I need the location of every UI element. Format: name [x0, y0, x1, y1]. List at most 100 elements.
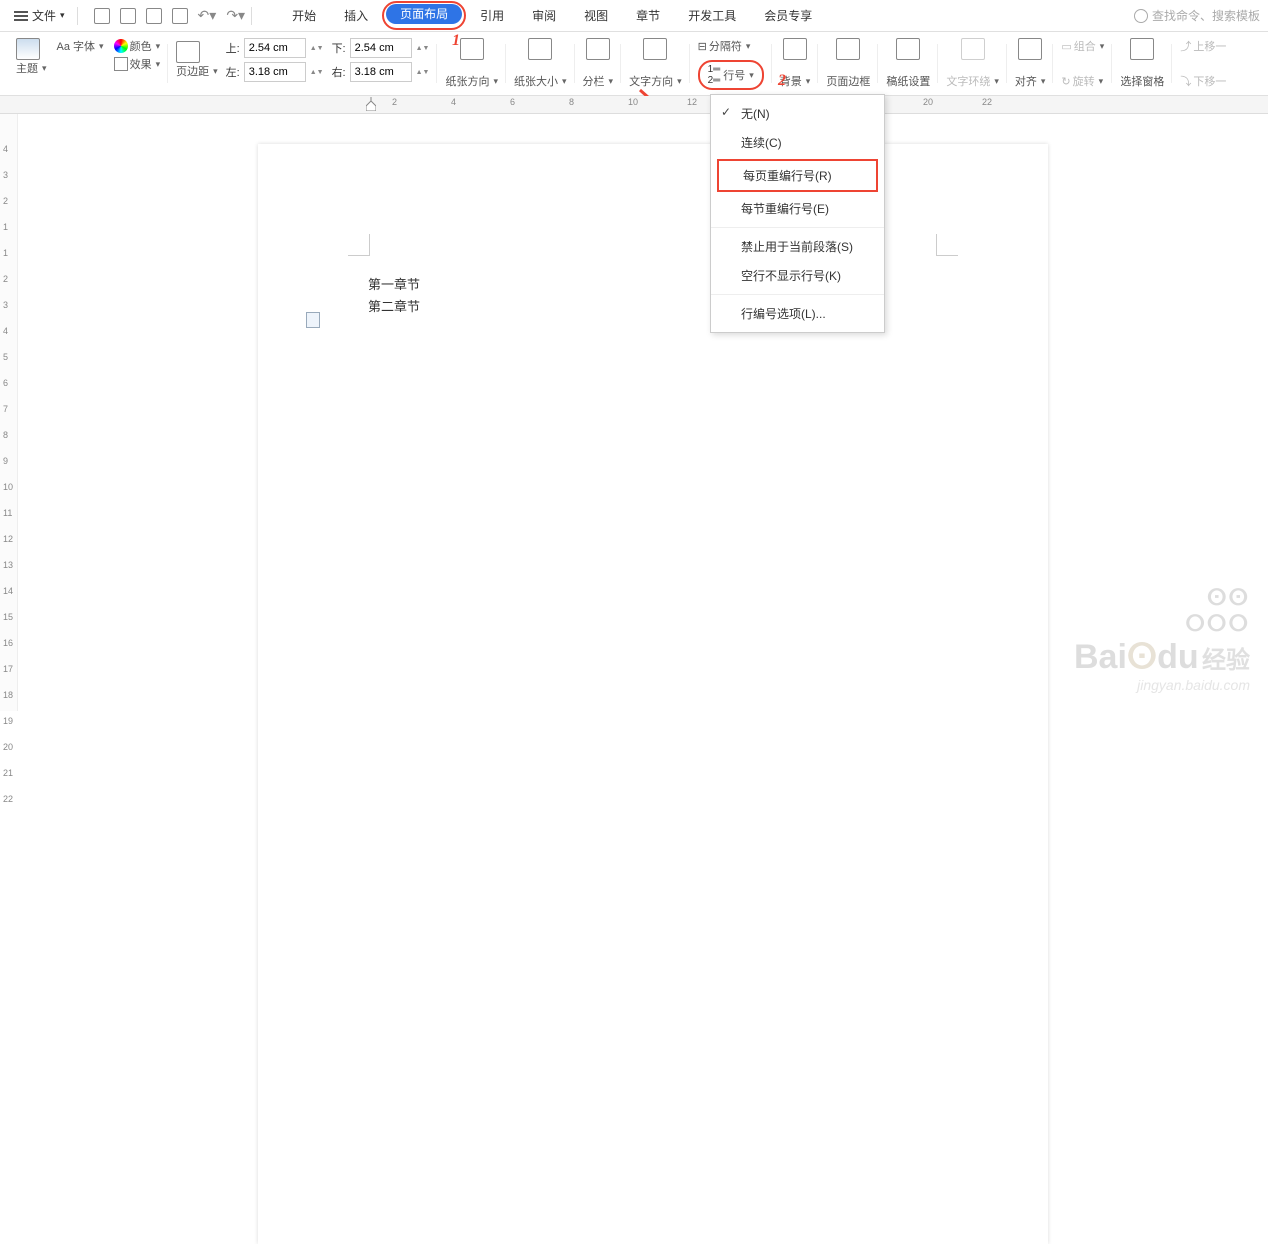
menu-item-continuous[interactable]: 连续(C)	[711, 128, 884, 157]
group-paper-size: 纸张大小	[506, 36, 575, 91]
group-text-wrap: 文字环绕	[938, 36, 1007, 91]
gaozhi-label[interactable]: 稿纸设置	[886, 73, 930, 89]
tab-review[interactable]: 审阅	[518, 1, 570, 30]
line-number-dropdown: 无(N) 连续(C) 每页重编行号(R) 每节重编行号(E) 禁止用于当前段落(…	[710, 94, 885, 333]
ruler-tick: 20	[3, 742, 13, 752]
ruler-tick: 8	[569, 97, 574, 107]
ruler-tick: 3	[3, 300, 8, 310]
document-page[interactable]: 第一章节 第二章节	[258, 144, 1048, 1244]
margin-right-input[interactable]	[350, 62, 412, 82]
menu-item-suppress[interactable]: 禁止用于当前段落(S)	[711, 232, 884, 261]
ruler-tick: 19	[3, 716, 13, 726]
ruler-tick: 13	[3, 560, 13, 570]
effect-button[interactable]: 效果	[114, 56, 161, 72]
columns-icon[interactable]	[586, 38, 610, 60]
line-number-button[interactable]: 1═2═行号	[698, 60, 764, 90]
background-icon[interactable]	[783, 38, 807, 60]
redo-icon[interactable]: ↷▾	[226, 7, 245, 24]
separator	[251, 7, 252, 25]
group-page-margin: 页边距 上:▲▼ 左:▲▼ 下:▲▼ 右:▲▼	[168, 36, 437, 91]
ruler-horizontal[interactable]: 2468101214161820223840424446	[0, 96, 1268, 114]
separator-icon: ⊟	[698, 40, 707, 53]
page-border-label[interactable]: 页面边框	[826, 73, 870, 89]
ruler-tick: 11	[3, 508, 12, 518]
menu-item-blank-lines[interactable]: 空行不显示行号(K)	[711, 261, 884, 290]
theme-label[interactable]: 主题	[16, 60, 47, 76]
align-label[interactable]: 对齐	[1015, 73, 1046, 89]
tab-developer[interactable]: 开发工具	[674, 1, 750, 30]
doc-line[interactable]: 第二章节	[368, 296, 420, 318]
group-text-direction: 文字方向	[621, 36, 690, 91]
print-icon[interactable]	[120, 8, 136, 24]
undo-icon[interactable]: ↶▾	[198, 7, 217, 24]
paper-size-label[interactable]: 纸张大小	[514, 73, 567, 89]
margin-top-label: 上:	[226, 40, 240, 56]
tab-member[interactable]: 会员专享	[750, 1, 826, 30]
ruler-tick: 22	[982, 97, 992, 107]
font-button[interactable]: Aa 字体	[57, 38, 104, 54]
ruler-tick: 3	[3, 170, 8, 180]
group-button: ▭ 组合	[1061, 38, 1104, 54]
group-separator-lineno: ⊟ 分隔符 1═2═行号	[690, 36, 772, 91]
page-margin-icon[interactable]	[176, 41, 200, 63]
tab-view[interactable]: 视图	[570, 1, 622, 30]
theme-icon[interactable]	[16, 38, 40, 60]
selection-pane-icon[interactable]	[1130, 38, 1154, 60]
separator-button[interactable]: ⊟ 分隔符	[698, 38, 751, 54]
ruler-tick: 10	[628, 97, 638, 107]
ruler-tick: 4	[3, 326, 8, 336]
document-text[interactable]: 第一章节 第二章节	[368, 274, 420, 318]
text-direction-label[interactable]: 文字方向	[629, 73, 682, 89]
paper-size-icon[interactable]	[528, 38, 552, 60]
ruler-tick: 20	[923, 97, 933, 107]
columns-label[interactable]: 分栏	[583, 73, 614, 89]
menu-item-options[interactable]: 行编号选项(L)...	[711, 299, 884, 328]
tab-start[interactable]: 开始	[278, 1, 330, 30]
margin-corner-tl	[348, 234, 370, 256]
file-menu-button[interactable]: 文件 ▾	[8, 3, 71, 28]
text-wrap-icon[interactable]	[961, 38, 985, 60]
lineno-icon: 1═2═	[708, 64, 721, 86]
preview-icon[interactable]	[146, 8, 162, 24]
spinner[interactable]: ▲▼	[310, 69, 324, 76]
group-align: 对齐	[1007, 36, 1054, 91]
ruler-tick: 4	[451, 97, 456, 107]
page-margin-label[interactable]: 页边距	[176, 63, 218, 79]
spinner[interactable]: ▲▼	[416, 45, 430, 52]
ruler-tick: 2	[392, 97, 397, 107]
menu-item-none[interactable]: 无(N)	[711, 99, 884, 128]
spinner[interactable]: ▲▼	[416, 69, 430, 76]
ruler-tick: 15	[3, 612, 13, 622]
margin-top-input[interactable]	[244, 38, 306, 58]
paste-icon[interactable]	[172, 8, 188, 24]
margin-left-input[interactable]	[244, 62, 306, 82]
doc-line[interactable]: 第一章节	[368, 274, 420, 296]
group-move: ⤴ 上移一 ⤵ 下移一	[1172, 36, 1234, 91]
color-button[interactable]: 颜色	[114, 38, 161, 54]
ruler-tick: 16	[3, 638, 13, 648]
gaozhi-icon[interactable]	[896, 38, 920, 60]
tab-page-layout[interactable]: 页面布局	[386, 4, 462, 24]
tab-references[interactable]: 引用	[466, 1, 518, 30]
orientation-label[interactable]: 纸张方向	[445, 73, 498, 89]
ruler-tick: 1	[3, 248, 8, 258]
page-border-icon[interactable]	[836, 38, 860, 60]
menu-item-restart-page[interactable]: 每页重编行号(R)	[717, 159, 878, 192]
indent-marker-icon[interactable]	[366, 97, 376, 111]
margin-corner-tr	[936, 234, 958, 256]
spinner[interactable]: ▲▼	[310, 45, 324, 52]
tab-chapter[interactable]: 章节	[622, 1, 674, 30]
tab-insert[interactable]: 插入	[330, 1, 382, 30]
align-icon[interactable]	[1018, 38, 1042, 60]
rotate-icon: ↻	[1061, 75, 1070, 88]
move-up-button: ⤴ 上移一	[1180, 38, 1226, 54]
menu-item-restart-section[interactable]: 每节重编行号(E)	[711, 194, 884, 223]
group-columns: 分栏	[575, 36, 622, 91]
margin-bottom-input[interactable]	[350, 38, 412, 58]
selection-pane-label[interactable]: 选择窗格	[1120, 73, 1164, 89]
search-box[interactable]: 查找命令、搜索模板	[1134, 7, 1260, 24]
orientation-icon[interactable]	[460, 38, 484, 60]
ruler-vertical[interactable]: 432112345678910111213141516171819202122	[0, 114, 18, 711]
save-icon[interactable]	[94, 8, 110, 24]
text-direction-icon[interactable]	[643, 38, 667, 60]
